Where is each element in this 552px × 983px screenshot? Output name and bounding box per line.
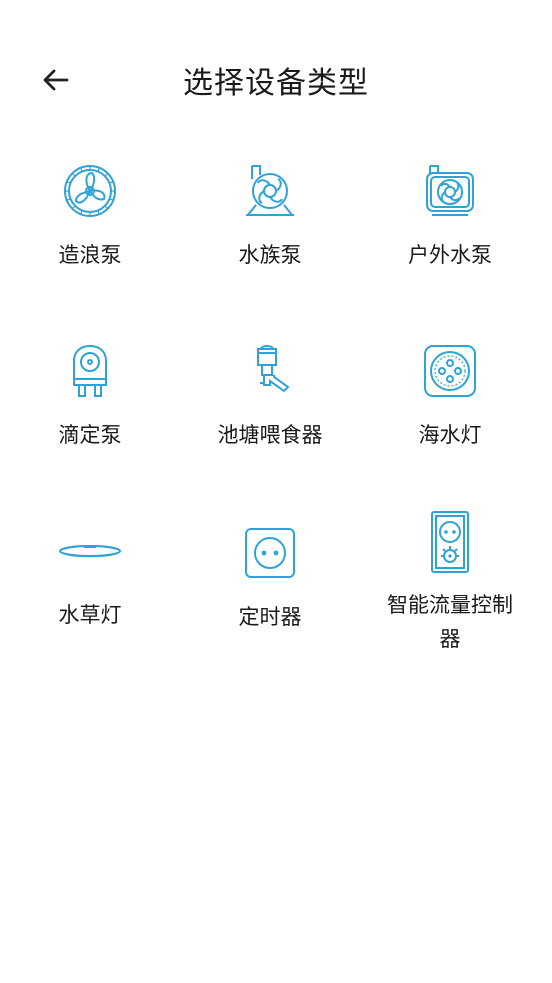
device-item-marine-light[interactable]: 海水灯 — [360, 340, 540, 520]
device-item-flow-controller[interactable]: 智能流量控制器 — [360, 511, 540, 700]
plant-light-icon — [59, 545, 121, 558]
aquarium-pump-icon — [245, 165, 295, 216]
flow-controller-icon — [431, 511, 469, 573]
device-item-outdoor-pump[interactable]: 户外水泵 — [360, 160, 540, 340]
device-label: 水草灯 — [58, 603, 122, 627]
device-item-dosing-pump[interactable]: 滴定泵 — [0, 340, 180, 520]
device-label: 智能流量控制器 — [387, 593, 513, 651]
device-item-wave-pump[interactable]: 造浪泵 — [0, 160, 180, 340]
device-type-grid: 造浪泵 水族泵 户外水泵 滴定泵 池塘喂食器 海水灯 水草灯 定时器 智能流量控… — [0, 160, 552, 700]
pond-feeder-icon — [257, 345, 290, 393]
dosing-pump-icon — [73, 344, 107, 397]
device-label: 海水灯 — [418, 423, 482, 447]
device-label: 滴定泵 — [58, 423, 122, 447]
device-item-pond-feeder[interactable]: 池塘喂食器 — [180, 340, 360, 520]
device-item-timer[interactable]: 定时器 — [180, 520, 360, 700]
device-label: 水族泵 — [238, 243, 302, 267]
outdoor-pump-icon — [426, 165, 474, 216]
header: 选择设备类型 — [0, 0, 552, 160]
device-label: 池塘喂食器 — [217, 423, 323, 447]
timer-socket-icon — [245, 528, 295, 578]
device-item-plant-light[interactable]: 水草灯 — [0, 520, 180, 700]
page-title: 选择设备类型 — [183, 66, 369, 101]
wave-pump-icon — [64, 165, 116, 217]
device-item-aquarium-pump[interactable]: 水族泵 — [180, 160, 360, 340]
marine-light-icon — [424, 345, 476, 397]
device-label: 定时器 — [238, 605, 302, 629]
device-label: 户外水泵 — [408, 243, 492, 267]
device-label: 造浪泵 — [58, 243, 122, 267]
